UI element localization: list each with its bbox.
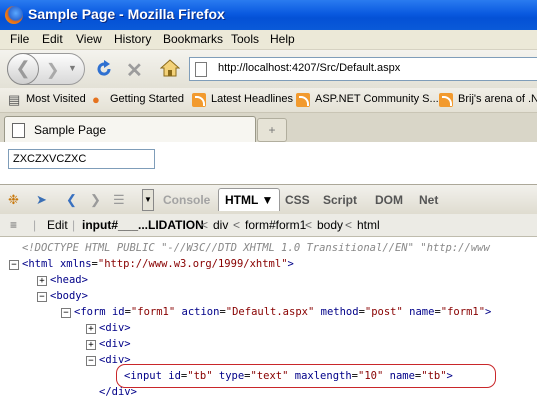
back-icon[interactable]: ❮ (66, 192, 77, 208)
attr-name: xmlns (59, 258, 92, 270)
input-id-value: "tb" (187, 370, 213, 382)
breadcrumb-separator-icon: < (345, 218, 353, 232)
firefox-bookmark-icon: ● (92, 92, 100, 107)
div-close-node: </div> (99, 386, 137, 398)
collapse-toggle-icon[interactable]: − (9, 260, 19, 270)
reload-icon[interactable] (94, 59, 114, 79)
rss-icon (439, 93, 453, 107)
div-node[interactable]: <div> (99, 336, 131, 352)
tab-sample-page[interactable]: Sample Page (4, 116, 256, 143)
firebug-toolbar: ❉ ➤ ❮ ❯ ☰ ▼ Console HTML ▼ CSS Script DO… (0, 184, 537, 216)
expand-toggle-icon[interactable]: + (37, 276, 47, 286)
bookmark-brijs-arena[interactable]: Brij's arena of .N (458, 93, 537, 105)
bookmark-most-visited[interactable]: Most Visited (26, 93, 86, 105)
list-icon[interactable]: ☰ (113, 192, 125, 208)
page-icon (12, 123, 25, 138)
divider: | (33, 218, 37, 232)
page-icon (195, 62, 207, 77)
bookmark-aspnet-community[interactable]: ASP.NET Community S... (315, 93, 439, 105)
firebug-breadcrumb: ≡ | Edit | input#___...LIDATION < div < … (0, 214, 537, 237)
back-button[interactable]: ❮ (7, 53, 39, 85)
form-id-value: "form1" (130, 306, 176, 318)
tab-dom[interactable]: DOM (375, 193, 403, 207)
stop-icon[interactable]: ✕ (126, 58, 143, 83)
bookmark-getting-started[interactable]: Getting Started (110, 93, 184, 105)
tab-script[interactable]: Script (323, 193, 357, 207)
forward-button[interactable]: ❯ (46, 60, 59, 80)
menu-file[interactable]: File (10, 32, 29, 46)
back-forward-group: ❮ ❯ ▼ (7, 53, 85, 85)
menu-bar: File Edit View History Bookmarks Tools H… (0, 30, 537, 50)
bookmark-latest-headlines[interactable]: Latest Headlines (211, 93, 293, 105)
html-node[interactable]: <html xmlns="http://www.w3.org/1999/xhtm… (22, 256, 294, 272)
breadcrumb-item-html[interactable]: html (357, 218, 380, 232)
title-bar: Sample Page - Mozilla Firefox (0, 0, 537, 30)
form-action-value: "Default.aspx" (225, 306, 315, 318)
home-icon[interactable] (160, 59, 180, 77)
attr-value: "http://www.w3.org/1999/xhtml" (97, 258, 288, 270)
doctype-line: <!DOCTYPE HTML PUBLIC "-//W3C//DTD XHTML… (22, 242, 490, 254)
panel-menu-button[interactable]: ▼ (142, 189, 154, 211)
breadcrumb-separator-icon: < (201, 218, 209, 232)
rss-icon (296, 93, 310, 107)
menu-view[interactable]: View (76, 32, 102, 46)
forward-icon[interactable]: ❯ (90, 192, 101, 208)
navigation-toolbar: ❮ ❯ ▼ ✕ http://localhost:4207/Src/Defaul… (0, 50, 537, 88)
input-type-value: "text" (250, 370, 289, 382)
rss-icon (192, 93, 206, 107)
collapse-toggle-icon[interactable]: − (86, 356, 96, 366)
expand-toggle-icon[interactable]: + (86, 324, 96, 334)
input-maxlength-value: "10" (358, 370, 384, 382)
menu-edit[interactable]: Edit (42, 32, 63, 46)
breadcrumb-separator-icon: < (233, 218, 241, 232)
breadcrumb-item-div[interactable]: div (213, 218, 228, 232)
expand-toggle-icon[interactable]: + (86, 340, 96, 350)
new-tab-button[interactable]: + (257, 118, 287, 142)
breadcrumb-item-input[interactable]: input#___...LIDATION (82, 218, 204, 232)
collapse-toggle-icon[interactable]: − (37, 292, 47, 302)
html-tree-panel: <!DOCTYPE HTML PUBLIC "-//W3C//DTD XHTML… (0, 237, 537, 400)
tab-title: Sample Page (34, 123, 107, 137)
menu-tools[interactable]: Tools (231, 32, 259, 46)
tb-text-input[interactable] (8, 149, 155, 169)
inspect-icon[interactable]: ➤ (36, 192, 47, 208)
breadcrumb-item-body[interactable]: body (317, 218, 343, 232)
div-node[interactable]: <div> (99, 320, 131, 336)
collapse-toggle-icon[interactable]: − (61, 308, 71, 318)
window-title: Sample Page - Mozilla Firefox (28, 6, 225, 22)
form-method-value: "post" (364, 306, 403, 318)
menu-history[interactable]: History (114, 32, 151, 46)
menu-bookmarks[interactable]: Bookmarks (163, 32, 223, 46)
input-node[interactable]: <input id="tb" type="text" maxlength="10… (124, 368, 453, 384)
bookmarks-folder-icon: ▤ (8, 92, 21, 107)
page-content (0, 142, 537, 184)
tab-console[interactable]: Console (163, 193, 210, 207)
tab-html[interactable]: HTML ▼ (218, 188, 281, 211)
firefox-logo-icon (5, 6, 23, 24)
address-bar[interactable]: http://localhost:4207/Src/Default.aspx (189, 57, 537, 81)
divider: | (72, 218, 76, 232)
form-name-value: "form1" (440, 306, 486, 318)
firebug-icon[interactable]: ❉ (8, 192, 19, 208)
body-node[interactable]: <body> (50, 288, 88, 304)
menu-help[interactable]: Help (270, 32, 295, 46)
tab-net[interactable]: Net (419, 193, 438, 207)
url-text[interactable]: http://localhost:4207/Src/Default.aspx (218, 62, 400, 74)
history-dropdown-icon[interactable]: ▼ (68, 63, 77, 73)
tab-css[interactable]: CSS (285, 193, 310, 207)
breadcrumb-item-form[interactable]: form#form1 (245, 218, 306, 232)
input-name-value: "tb" (421, 370, 447, 382)
bookmarks-toolbar: ▤ Most Visited ● Getting Started Latest … (0, 88, 537, 113)
edit-button[interactable]: Edit (47, 218, 68, 232)
head-node[interactable]: <head> (50, 272, 88, 288)
breadcrumb-separator-icon: < (305, 218, 313, 232)
tab-html-label: HTML (225, 193, 259, 207)
form-node[interactable]: <form id="form1" action="Default.aspx" m… (74, 304, 491, 320)
tab-strip: Sample Page + (0, 113, 537, 143)
split-panel-icon[interactable]: ≡ (10, 218, 17, 232)
